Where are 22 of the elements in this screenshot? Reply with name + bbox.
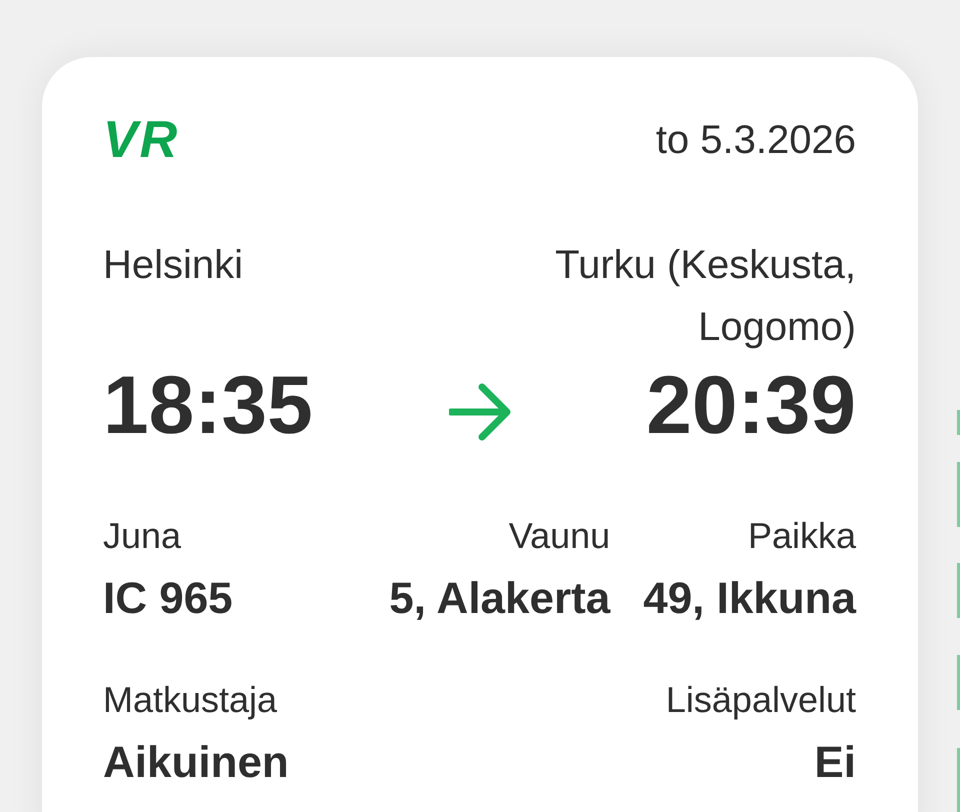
dash-mark (957, 748, 960, 812)
dash-mark (957, 655, 960, 710)
departure-time: 18:35 (103, 365, 313, 447)
travel-date: to 5.3.2026 (656, 117, 856, 164)
field-label: Vaunu (508, 514, 610, 558)
dash-mark (957, 410, 960, 435)
field-value: 5, Alakerta (389, 573, 610, 625)
field-value: Aikuinen (103, 737, 289, 789)
origin-station: Helsinki (103, 242, 244, 289)
field-label: Paikka (748, 514, 856, 558)
field-label: Lisäpalvelut (666, 678, 856, 722)
field-label: Matkustaja (103, 678, 278, 722)
field-value: Ei (814, 737, 856, 789)
dash-mark (957, 462, 960, 527)
arrow-right-icon (448, 383, 510, 441)
logo: VR (103, 116, 180, 164)
destination-station: Turku (Keskusta, Logomo) (554, 242, 856, 351)
field-value: IC 965 (103, 573, 233, 625)
field-label: Juna (103, 514, 182, 558)
dash-mark (957, 563, 960, 618)
field-value: 49, Ikkuna (643, 573, 856, 625)
arrival-time: 20:39 (646, 365, 856, 447)
